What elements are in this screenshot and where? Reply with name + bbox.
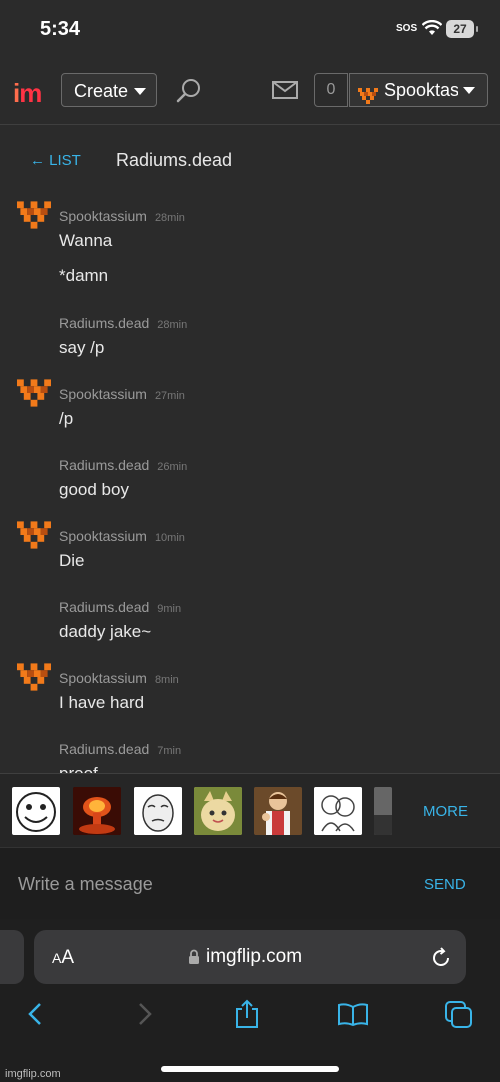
home-indicator [161, 1066, 339, 1072]
avatar-icon[interactable] [17, 518, 51, 557]
message-time: 26min [157, 461, 188, 473]
mail-icon[interactable] [272, 81, 298, 104]
back-to-list-link[interactable]: ← LIST [30, 152, 81, 169]
forward-icon[interactable] [134, 1001, 154, 1032]
message-author[interactable]: Spooktassium 8min [59, 670, 179, 686]
message-text: Die [59, 551, 85, 570]
message-composer: SEND [0, 847, 500, 920]
avatar-icon[interactable] [17, 660, 51, 699]
conversation-title[interactable]: Radiums.dead [116, 150, 232, 171]
imgflip-logo[interactable]: im [13, 78, 42, 109]
message-text: say /p [59, 338, 105, 357]
message-text: /p [59, 409, 74, 428]
message-time: 27min [154, 390, 185, 402]
bookmarks-icon[interactable] [337, 1003, 369, 1032]
notification-count[interactable]: 0 [314, 73, 348, 107]
meme-thumbnail-explosion[interactable] [73, 787, 121, 835]
message-author[interactable]: Radiums.dead 7min [59, 741, 181, 757]
meme-thumbnail-cat[interactable] [194, 787, 242, 835]
message-author[interactable]: Radiums.dead 26min [59, 457, 187, 473]
message-text: daddy jake~ [59, 622, 152, 641]
lock-icon [188, 949, 200, 970]
address-bar[interactable]: AA imgflip.com [34, 930, 466, 984]
browser-toolbar: AA imgflip.com imgflip.com [0, 919, 500, 1082]
meme-thumbnail-sketch-hug[interactable] [314, 787, 362, 835]
chevron-down-icon [134, 88, 146, 95]
message-author[interactable]: Radiums.dead 28min [59, 315, 187, 331]
meme-thumbnail-okay-face[interactable] [134, 787, 182, 835]
imgflip-watermark: imgflip.com [5, 1068, 61, 1080]
message-time: 10min [154, 532, 185, 544]
message-list[interactable]: Spooktassium 28min Wanna *damn Radiums.de… [0, 194, 500, 773]
user-avatar-icon [358, 82, 378, 106]
more-memes-button[interactable]: MORE [423, 803, 468, 820]
share-icon[interactable] [234, 999, 260, 1034]
status-bar: 5:34 SOS 27 [0, 0, 500, 60]
send-button[interactable]: SEND [424, 876, 466, 893]
previous-tab[interactable] [0, 930, 24, 984]
back-icon[interactable] [26, 1001, 46, 1032]
status-time: 5:34 [40, 18, 81, 40]
message-time: 9min [157, 603, 182, 615]
message-time: 8min [154, 674, 179, 686]
battery-indicator: 27 [446, 20, 478, 38]
message-time: 7min [157, 745, 182, 757]
meme-thumbnail-buddy-christ[interactable] [254, 787, 302, 835]
message-author[interactable]: Spooktassium 28min [59, 208, 185, 224]
message-input[interactable] [18, 874, 398, 895]
meme-thumbnail-partial[interactable] [374, 787, 392, 835]
sos-indicator: SOS [396, 23, 418, 34]
username-label: Spooktas [384, 80, 458, 100]
avatar-icon[interactable] [17, 198, 51, 237]
create-button[interactable]: Create [61, 73, 157, 107]
message-time: 28min [154, 212, 185, 224]
message-author[interactable]: Spooktassium 10min [59, 528, 185, 544]
message-text: I have hard [59, 693, 145, 712]
create-label: Create [74, 81, 129, 101]
search-icon[interactable] [176, 78, 202, 109]
message-author[interactable]: Radiums.dead 9min [59, 599, 181, 615]
wifi-icon [421, 19, 443, 41]
chevron-down-icon [463, 87, 475, 94]
reader-settings-button[interactable]: AA [52, 947, 74, 969]
message-text: Wanna [59, 231, 113, 250]
url-text: imgflip.com [206, 946, 303, 967]
message-author[interactable]: Spooktassium 27min [59, 386, 185, 402]
meme-thumbnail-troll-face[interactable] [12, 787, 60, 835]
avatar-icon[interactable] [17, 376, 51, 415]
message-time: 28min [157, 319, 188, 331]
message-text: *damn [59, 266, 109, 285]
reload-icon[interactable] [430, 947, 452, 974]
tabs-icon[interactable] [444, 1000, 474, 1035]
meme-thumbnail-bar: MORE [0, 773, 500, 848]
conversation-header: ← LIST Radiums.dead [0, 124, 500, 194]
message-text: good boy [59, 480, 129, 499]
user-menu-button[interactable]: Spooktas [349, 73, 488, 107]
message-text: proof [59, 764, 98, 773]
site-header: im Create 0 Spooktas [0, 60, 500, 125]
